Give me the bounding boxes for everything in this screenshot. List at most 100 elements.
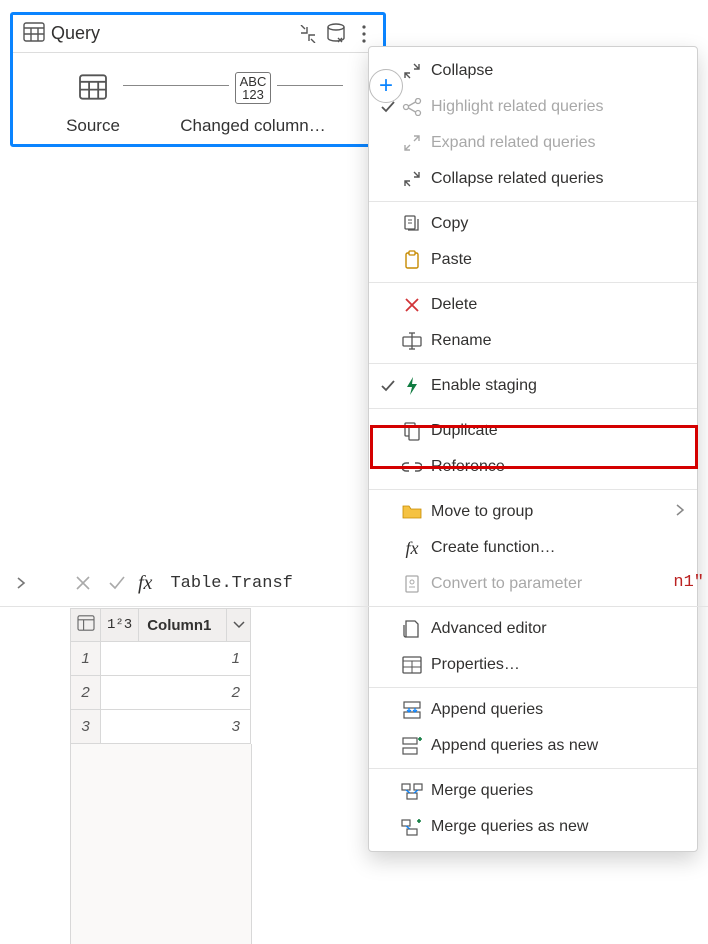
append-icon (399, 700, 425, 720)
menu-separator (369, 408, 697, 409)
blank-area (70, 744, 252, 944)
table-icon (78, 74, 108, 103)
menu-label: Append queries as new (431, 737, 685, 755)
collapse-icon (399, 62, 425, 80)
menu-separator (369, 768, 697, 769)
menu-label: Collapse (431, 62, 685, 80)
chevron-right-icon (675, 503, 685, 522)
chevron-right-icon[interactable] (6, 568, 36, 598)
table-icon (23, 22, 45, 45)
row-number: 2 (71, 676, 101, 710)
menu-merge[interactable]: Merge queries (369, 773, 697, 809)
menu-label: Paste (431, 251, 685, 269)
query-card[interactable]: Query Source ABC123 Changed column… + (10, 12, 386, 147)
table-row[interactable]: 2 2 (71, 676, 251, 710)
menu-label: Expand related queries (431, 134, 685, 152)
column-filter-icon[interactable] (226, 609, 250, 641)
menu-merge-new[interactable]: Merge queries as new (369, 809, 697, 845)
editor-icon (399, 619, 425, 639)
menu-create-function[interactable]: fx Create function… (369, 530, 697, 566)
step-changed-column[interactable]: ABC123 Changed column… (173, 66, 333, 136)
menu-label: Merge queries (431, 782, 685, 800)
step-label: Changed column… (180, 116, 326, 136)
table-row[interactable]: 3 3 (71, 710, 251, 744)
database-icon[interactable] (323, 21, 349, 47)
check-icon (377, 378, 399, 394)
menu-delete[interactable]: Delete (369, 287, 697, 323)
column-type-icon[interactable]: 1²3 (101, 609, 139, 641)
delete-icon (399, 296, 425, 314)
folder-icon (399, 504, 425, 520)
formula-tail: n1" (673, 573, 704, 592)
collapse-icon (399, 170, 425, 188)
properties-icon (399, 656, 425, 674)
menu-highlight-related[interactable]: Highlight related queries (369, 89, 697, 125)
cell-value[interactable]: 2 (101, 676, 251, 710)
more-icon[interactable] (351, 21, 377, 47)
merge-new-icon (399, 818, 425, 836)
menu-enable-staging[interactable]: Enable staging (369, 368, 697, 404)
step-label: Source (66, 116, 120, 136)
type-icon: ABC123 (235, 72, 272, 104)
cell-value[interactable]: 3 (101, 710, 251, 744)
menu-append[interactable]: Append queries (369, 692, 697, 728)
menu-label: Copy (431, 215, 685, 233)
collapse-icon[interactable] (295, 21, 321, 47)
menu-separator (369, 201, 697, 202)
rename-icon (399, 332, 425, 350)
menu-label: Enable staging (431, 377, 685, 395)
menu-label: Merge queries as new (431, 818, 685, 836)
menu-label: Append queries (431, 701, 685, 719)
menu-separator (369, 363, 697, 364)
menu-advanced-editor[interactable]: Advanced editor (369, 611, 697, 647)
table-corner[interactable] (71, 609, 101, 642)
divider (0, 606, 708, 607)
row-number: 1 (71, 642, 101, 676)
step-source[interactable]: Source (13, 66, 173, 136)
fx-icon: fx (399, 538, 425, 559)
cancel-icon[interactable] (68, 568, 98, 598)
query-steps: Source ABC123 Changed column… + (13, 53, 383, 145)
share-icon (399, 98, 425, 116)
menu-collapse-related[interactable]: Collapse related queries (369, 161, 697, 197)
query-card-header: Query (13, 15, 383, 53)
accept-icon[interactable] (102, 568, 132, 598)
row-number: 3 (71, 710, 101, 744)
menu-expand-related[interactable]: Expand related queries (369, 125, 697, 161)
menu-paste[interactable]: Paste (369, 242, 697, 278)
data-preview: 1²3 Column1 1 1 2 2 3 3 (70, 608, 252, 944)
formula-input[interactable] (162, 570, 393, 597)
menu-move-to-group[interactable]: Move to group (369, 494, 697, 530)
menu-label: Move to group (431, 503, 675, 521)
formula-bar: fx (0, 563, 708, 603)
menu-label: Advanced editor (431, 620, 685, 638)
menu-collapse[interactable]: Collapse (369, 53, 697, 89)
cell-value[interactable]: 1 (101, 642, 251, 676)
highlight-box (370, 425, 698, 469)
expand-icon (399, 134, 425, 152)
menu-separator (369, 489, 697, 490)
add-step-button[interactable]: + (369, 69, 403, 103)
query-title: Query (51, 23, 293, 44)
menu-label: Properties… (431, 656, 685, 674)
bolt-icon (399, 376, 425, 396)
menu-append-new[interactable]: Append queries as new (369, 728, 697, 764)
menu-label: Highlight related queries (431, 98, 685, 116)
menu-label: Collapse related queries (431, 170, 685, 188)
copy-icon (399, 214, 425, 234)
table-row[interactable]: 1 1 (71, 642, 251, 676)
menu-label: Delete (431, 296, 685, 314)
menu-label: Rename (431, 332, 685, 350)
menu-copy[interactable]: Copy (369, 206, 697, 242)
paste-icon (399, 250, 425, 270)
column-header[interactable]: 1²3 Column1 (101, 609, 251, 642)
menu-label: Create function… (431, 539, 685, 557)
merge-icon (399, 782, 425, 800)
menu-properties[interactable]: Properties… (369, 647, 697, 683)
menu-separator (369, 282, 697, 283)
fx-label[interactable]: fx (138, 572, 152, 595)
append-new-icon (399, 736, 425, 756)
menu-rename[interactable]: Rename (369, 323, 697, 359)
data-table: 1²3 Column1 1 1 2 2 3 3 (70, 608, 251, 744)
column-name: Column1 (139, 617, 226, 634)
